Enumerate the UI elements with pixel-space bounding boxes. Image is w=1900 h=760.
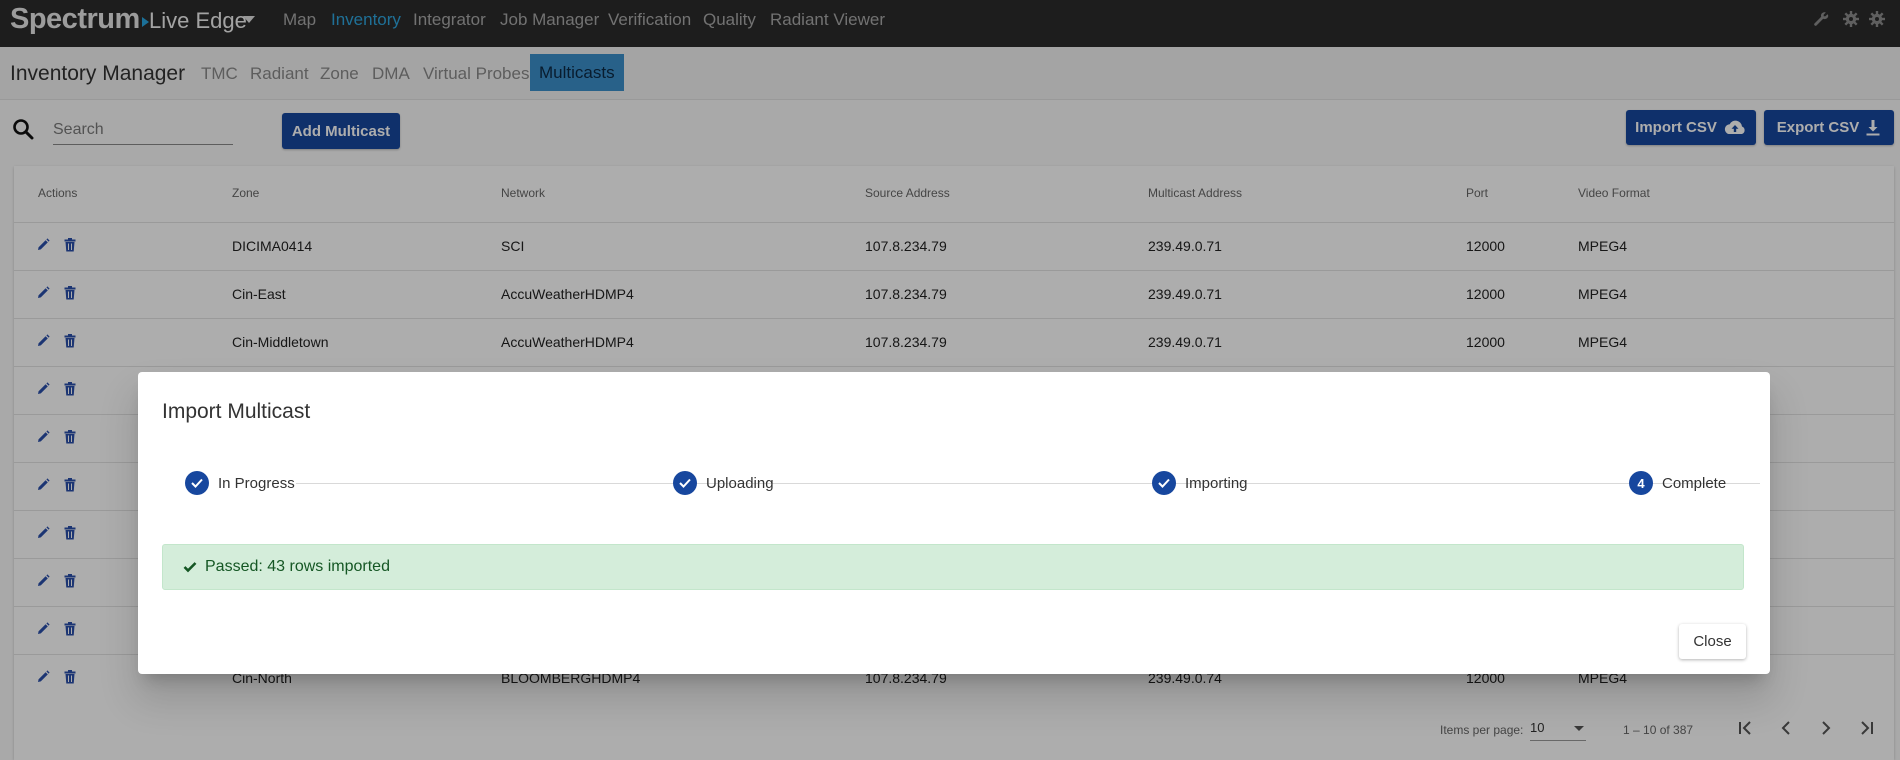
step-importing[interactable]: Importing: [1152, 470, 1248, 496]
step-label: In Progress: [218, 474, 295, 492]
success-alert: Passed: 43 rows imported: [162, 544, 1744, 590]
import-multicast-dialog: Import Multicast In Progress Uploading I…: [138, 372, 1770, 674]
dialog-title: Import Multicast: [162, 400, 311, 423]
step-label: Uploading: [706, 474, 774, 492]
step-number: 4: [1629, 471, 1653, 495]
check-icon: [673, 471, 697, 495]
step-uploading[interactable]: Uploading: [673, 470, 774, 496]
alert-message: Passed: 43 rows imported: [205, 558, 390, 575]
check-icon: [185, 471, 209, 495]
close-button[interactable]: Close: [1679, 624, 1746, 659]
check-icon: [183, 561, 197, 573]
step-label: Importing: [1185, 474, 1248, 492]
step-in-progress[interactable]: In Progress: [185, 470, 295, 496]
step-complete[interactable]: 4 Complete: [1629, 470, 1726, 496]
check-icon: [1152, 471, 1176, 495]
step-label: Complete: [1662, 474, 1727, 492]
